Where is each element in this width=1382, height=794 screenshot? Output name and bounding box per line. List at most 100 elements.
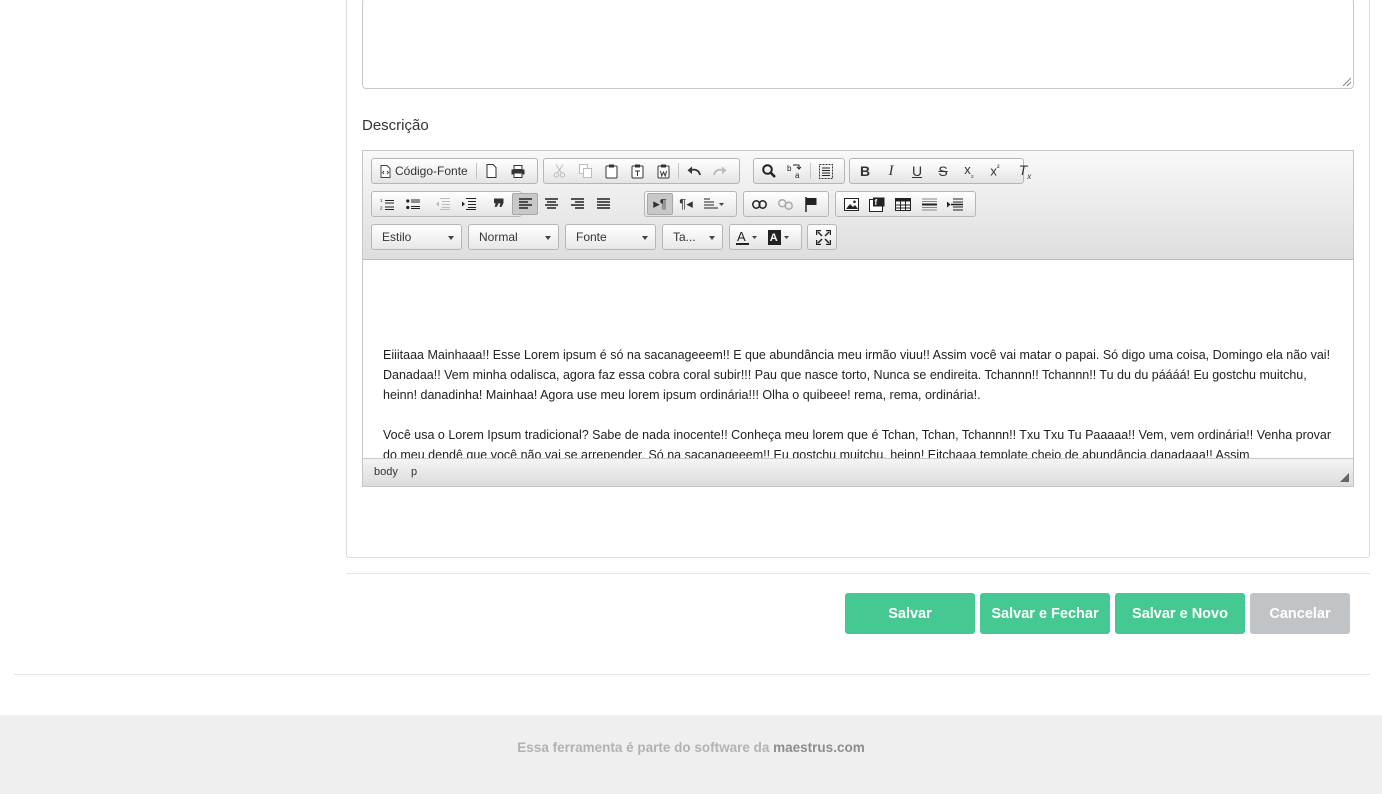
table-button[interactable] <box>890 193 916 215</box>
indent-button[interactable] <box>456 193 482 215</box>
redo-button[interactable] <box>707 160 733 182</box>
image-button[interactable] <box>838 193 864 215</box>
paste-word-icon <box>657 164 670 179</box>
ltr-button[interactable]: ▸¶ <box>647 193 673 215</box>
print-icon <box>511 164 525 178</box>
horizontal-rule-button[interactable] <box>916 193 942 215</box>
flash-button[interactable]: f <box>864 193 890 215</box>
paste-word-button[interactable] <box>650 160 676 182</box>
unlink-button[interactable] <box>772 193 798 215</box>
path-p[interactable]: p <box>411 466 417 478</box>
resize-corner-icon[interactable] <box>1340 473 1349 482</box>
page-break-icon <box>947 198 963 211</box>
separator <box>678 163 679 179</box>
save-and-new-button[interactable]: Salvar e Novo <box>1115 593 1245 634</box>
select-all-button[interactable] <box>813 160 839 182</box>
chevron-down-icon <box>545 236 551 240</box>
save-button[interactable]: Salvar <box>845 593 975 634</box>
strike-button[interactable]: S <box>930 160 956 182</box>
style-dropdown[interactable]: Estilo <box>371 224 462 250</box>
select-all-icon <box>819 163 833 179</box>
source-button[interactable]: Código-Fonte <box>374 160 474 182</box>
language-button[interactable] <box>699 193 729 215</box>
language-icon <box>704 198 724 210</box>
chevron-down-icon <box>448 236 454 240</box>
anchor-button[interactable] <box>798 193 824 215</box>
description-label: Descrição <box>362 117 429 134</box>
editor-toolbar: Código-Fonte b a B I U S x₂ x² Tx 1 2 ❞ … <box>363 151 1353 260</box>
paste-text-button[interactable] <box>624 160 650 182</box>
print-button[interactable] <box>505 160 531 182</box>
ltr-icon: ▸¶ <box>653 196 667 211</box>
save-and-close-button[interactable]: Salvar e Fechar <box>980 593 1110 634</box>
outdent-icon <box>436 198 450 210</box>
subscript-icon: x₂ <box>964 162 974 180</box>
paste-button[interactable] <box>598 160 624 182</box>
superscript-icon: x² <box>990 163 1000 179</box>
previous-textarea[interactable] <box>362 0 1354 89</box>
resize-grip-icon[interactable] <box>1343 78 1351 86</box>
italic-button[interactable]: I <box>878 160 904 182</box>
bulleted-list-button[interactable] <box>400 193 426 215</box>
source-icon <box>380 164 391 178</box>
separator <box>810 163 811 179</box>
toolbar-group-document: Código-Fonte <box>371 158 538 184</box>
editor-statusbar: body p <box>363 458 1353 486</box>
format-dropdown[interactable]: Normal <box>468 224 559 250</box>
subscript-button[interactable]: x₂ <box>956 160 982 182</box>
maximize-button[interactable] <box>810 226 836 248</box>
underline-button[interactable]: U <box>904 160 930 182</box>
find-button[interactable] <box>756 160 782 182</box>
footer-brand-link[interactable]: maestrus.com <box>773 740 865 755</box>
numbered-list-icon: 12 <box>380 198 394 210</box>
paragraph: Eiiitaaa Mainhaaa!! Esse Lorem ipsum é s… <box>383 348 1331 402</box>
undo-button[interactable] <box>681 160 707 182</box>
cancel-button[interactable]: Cancelar <box>1250 593 1350 634</box>
remove-format-icon: Tx <box>1018 161 1032 181</box>
copy-button[interactable] <box>572 160 598 182</box>
chevron-down-icon <box>709 236 715 240</box>
table-icon <box>895 197 911 211</box>
cut-button[interactable] <box>546 160 572 182</box>
search-icon <box>762 164 776 178</box>
remove-format-button[interactable]: Tx <box>1012 160 1038 182</box>
replace-icon: ba <box>787 163 803 179</box>
new-page-icon <box>486 164 497 178</box>
undo-icon <box>687 166 701 176</box>
editor-content[interactable]: Eiiitaaa Mainhaaa!! Esse Lorem ipsum é s… <box>363 259 1353 459</box>
actions-divider <box>346 573 1370 574</box>
text-color-button[interactable]: A <box>732 226 764 248</box>
svg-text:2: 2 <box>380 206 383 211</box>
svg-text:A: A <box>737 230 746 244</box>
underline-icon: U <box>911 163 923 179</box>
svg-text:1: 1 <box>380 198 383 203</box>
image-icon <box>843 197 859 211</box>
page-break-button[interactable] <box>942 193 968 215</box>
toolbar-group-clipboard <box>543 158 740 184</box>
new-page-button[interactable] <box>479 160 505 182</box>
svg-text:A: A <box>770 232 778 244</box>
toolbar-group-find: ba <box>753 158 845 184</box>
link-button[interactable] <box>746 193 772 215</box>
footer: Essa ferramenta é parte do software da m… <box>0 715 1382 794</box>
font-dropdown[interactable]: Fonte <box>565 224 656 250</box>
toolbar-group-tools <box>807 224 837 250</box>
replace-button[interactable]: ba <box>782 160 808 182</box>
toolbar-group-align-spacer <box>526 191 646 217</box>
superscript-button[interactable]: x² <box>982 160 1008 182</box>
scissors-icon <box>553 164 566 178</box>
numbered-list-button[interactable]: 12 <box>374 193 400 215</box>
page-divider <box>14 674 1370 675</box>
path-body[interactable]: body <box>374 466 398 478</box>
chevron-down-icon <box>642 236 648 240</box>
blockquote-button[interactable]: ❞ <box>486 193 512 220</box>
outdent-button[interactable] <box>430 193 456 215</box>
rtl-button[interactable]: ¶◂ <box>673 193 699 215</box>
toolbar-group-insert: f <box>835 191 976 217</box>
paragraph: Você usa o Lorem Ipsum tradicional? Sabe… <box>383 428 1332 459</box>
italic-icon: I <box>888 162 894 179</box>
size-dropdown[interactable]: Ta... <box>662 224 723 250</box>
bold-button[interactable]: B <box>852 160 878 182</box>
redo-icon <box>713 166 727 176</box>
background-color-button[interactable]: A <box>764 226 796 248</box>
